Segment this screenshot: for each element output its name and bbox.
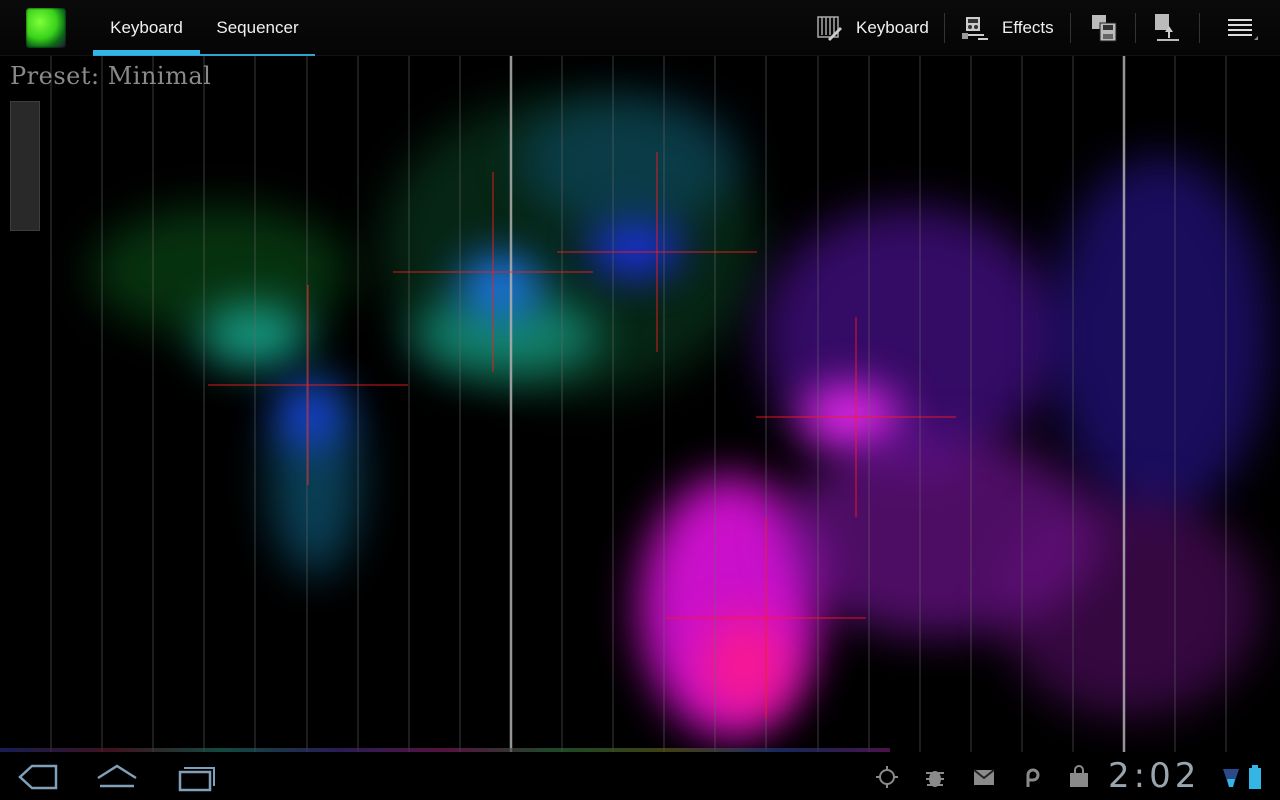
overflow-menu-icon[interactable] [1224, 0, 1260, 56]
recents-icon[interactable] [174, 760, 220, 794]
touch-crosshair [666, 518, 866, 718]
key-grid [50, 56, 1227, 752]
tab-selected-indicator [93, 50, 200, 55]
wifi-icon [1223, 769, 1239, 787]
action-divider [1070, 13, 1071, 43]
tab-sequencer[interactable]: Sequencer [200, 0, 315, 56]
app-logo-icon[interactable] [26, 8, 66, 48]
octave-slider[interactable] [10, 101, 40, 231]
touch-crosshair [557, 152, 757, 352]
key-lines [50, 56, 1227, 752]
keyboard-canvas[interactable]: Preset: Minimal [0, 56, 1280, 752]
tab-keyboard[interactable]: Keyboard [93, 0, 200, 56]
home-icon[interactable] [94, 760, 140, 794]
touch-crosshair [393, 172, 593, 372]
keyboard-settings-label: Keyboard [856, 18, 929, 37]
touch-crosshair [208, 285, 408, 485]
keyboard-settings-icon [817, 16, 842, 41]
battery-icon [1249, 765, 1261, 789]
action-divider [1135, 13, 1136, 43]
debug-icon [926, 771, 944, 787]
keyboard-settings-button[interactable]: Keyboard [814, 0, 929, 56]
effects-button[interactable]: Effects [960, 0, 1054, 56]
status-clock: 2:02 [1108, 756, 1201, 796]
save-icon[interactable] [1088, 0, 1120, 56]
shop-icon [1070, 765, 1088, 787]
effects-label: Effects [1002, 18, 1054, 37]
back-icon[interactable] [14, 760, 60, 794]
touch-crosshair [756, 317, 956, 517]
action-divider [944, 13, 945, 43]
upload-icon[interactable] [1151, 0, 1183, 56]
p-icon [1026, 768, 1040, 787]
gmail-icon [973, 769, 995, 785]
effects-icon [962, 17, 988, 40]
touch-markers [208, 152, 956, 718]
action-divider [1199, 13, 1200, 43]
system-bar: 2:02 [0, 752, 1280, 800]
action-bar: Keyboard Sequencer Keyboard Effects [0, 0, 1280, 56]
gps-icon [876, 766, 898, 788]
preset-label: Preset: Minimal [10, 62, 212, 90]
